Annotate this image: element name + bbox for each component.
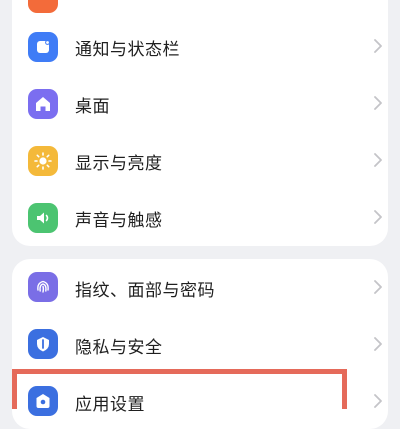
chevron-right-icon (373, 152, 383, 168)
chevron-right-icon (373, 393, 383, 409)
speaker-icon (28, 203, 58, 233)
settings-item-privacy-security[interactable]: 隐私与安全 (12, 316, 388, 373)
settings-item-label: 桌面 (75, 97, 110, 117)
settings-item-display-brightness[interactable]: 显示与亮度 (12, 132, 388, 189)
settings-item-desktop[interactable]: 桌面 (12, 75, 388, 132)
settings-item-label: 通知与状态栏 (75, 40, 180, 60)
chevron-right-icon (373, 336, 383, 352)
chevron-right-icon (373, 279, 383, 295)
settings-item-label: 指纹、面部与密码 (75, 281, 215, 301)
settings-item-label: 隐私与安全 (75, 338, 163, 358)
privacy-shield-icon (28, 329, 58, 359)
partial-orange-icon (28, 0, 58, 13)
highlight-box (12, 369, 347, 409)
settings-item-label: 声音与触感 (75, 211, 163, 231)
settings-item-notification-status-bar[interactable]: 通知与状态栏 (12, 18, 388, 75)
sun-icon (28, 146, 58, 176)
settings-item-sound-haptics[interactable]: 声音与触感 (12, 189, 388, 246)
chevron-right-icon (373, 38, 383, 54)
settings-item-label: 显示与亮度 (75, 154, 163, 174)
settings-item-fingerprint-face-password[interactable]: 指纹、面部与密码 (12, 259, 388, 316)
settings-group-1: 通知与状态栏 桌面 显示与亮度 声音与触感 (12, 0, 388, 246)
notification-status-bar-icon (28, 32, 58, 62)
home-icon (28, 89, 58, 119)
chevron-right-icon (373, 209, 383, 225)
chevron-right-icon (373, 95, 383, 111)
fingerprint-icon (28, 272, 58, 302)
